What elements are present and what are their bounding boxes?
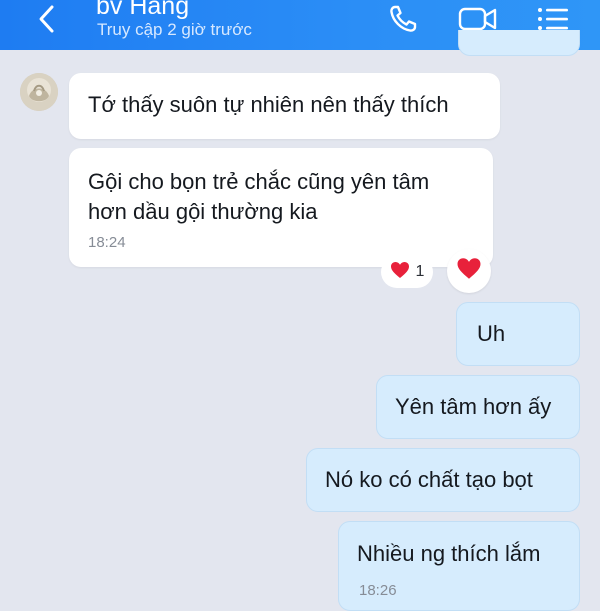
message-text: Nó ko có chất tạo bọt [325,467,533,492]
message-text: Gội cho bọn trẻ chắc cũng yên tâm [88,169,430,194]
heart-icon [390,261,410,284]
message-text: Nhiều ng thích lắm [357,541,541,566]
message-text: Tớ thấy suôn tự nhiên nên thấy thích [88,92,449,117]
reaction-count-badge[interactable]: 1 [381,256,433,288]
phone-icon[interactable] [385,2,421,36]
outgoing-message[interactable]: Nhiều ng thích lắm 18:26 [338,521,580,611]
avatar[interactable] [20,73,58,111]
incoming-message[interactable]: Gội cho bọn trẻ chắc cũng yên tâm hơn dầ… [69,148,493,267]
incoming-message[interactable]: Tớ thấy suôn tự nhiên nên thấy thích [69,73,500,139]
contact-name[interactable]: bv Hang [96,0,189,21]
message-timestamp: 18:24 [88,234,126,251]
message-text: Yên tâm hơn ấy [395,394,552,419]
back-arrow-icon[interactable] [30,2,64,36]
message-timestamp: 18:26 [359,582,397,599]
outgoing-message[interactable]: Uh [456,302,580,366]
previous-message-bubble [458,30,580,56]
contact-status: Truy cập 2 giờ trước [97,20,252,39]
message-text: Uh [477,321,506,346]
react-heart-button[interactable] [447,249,491,293]
message-text: hơn dầu gội thường kia [88,199,318,224]
outgoing-message[interactable]: Yên tâm hơn ấy [376,375,580,439]
heart-icon [456,257,482,285]
reaction-count: 1 [415,263,425,280]
outgoing-message[interactable]: Nó ko có chất tạo bọt [306,448,580,512]
